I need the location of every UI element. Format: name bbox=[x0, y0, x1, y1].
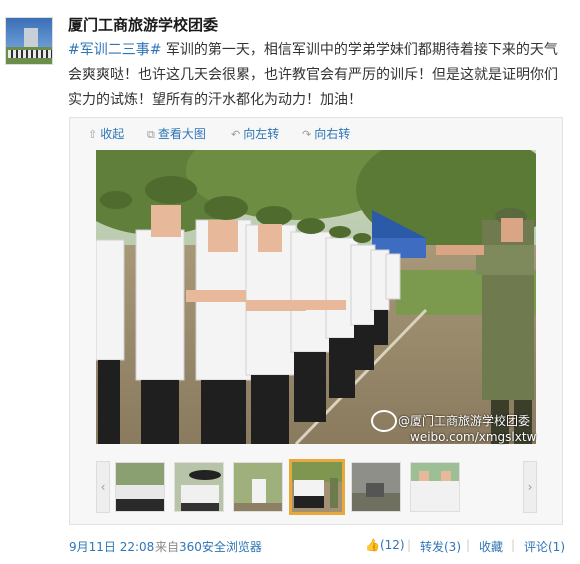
view-large-label: 查看大图 bbox=[157, 127, 206, 141]
thumbnail-image bbox=[352, 463, 400, 511]
author-name[interactable]: 厦门工商旅游学校团委 bbox=[68, 14, 218, 35]
rotate-right-button[interactable]: ↷ 向右转 bbox=[302, 125, 350, 142]
post-time[interactable]: 9月11日 22:08 bbox=[69, 538, 154, 555]
weibo-icon bbox=[371, 410, 397, 432]
divider: | bbox=[466, 538, 471, 552]
rotate-left-button[interactable]: ↶ 向左转 bbox=[231, 125, 279, 142]
thumbnail[interactable] bbox=[410, 462, 460, 512]
avatar[interactable] bbox=[5, 17, 53, 65]
thumbnail-image bbox=[292, 462, 342, 512]
favorite-button[interactable]: 收藏 bbox=[479, 538, 503, 555]
rotate-left-icon: ↶ bbox=[231, 128, 241, 141]
main-photo[interactable] bbox=[66, 120, 556, 446]
thumbnail[interactable] bbox=[233, 462, 283, 512]
repost-button[interactable]: 转发(3) bbox=[420, 538, 461, 555]
thumbnail-image bbox=[116, 463, 164, 511]
divider: | bbox=[407, 538, 412, 552]
collapse-icon: ⇧ bbox=[88, 128, 98, 141]
divider: | bbox=[511, 538, 516, 552]
like-count: (12) bbox=[379, 538, 405, 552]
watermark-name: @厦门工商旅游学校团委 bbox=[398, 414, 531, 428]
post-text: #军训二三事# 军训的第一天，相信军训中的学弟学妹们都期待着接下来的天气会爽爽哒… bbox=[68, 38, 568, 113]
thumb-next-arrow[interactable]: › bbox=[523, 461, 537, 513]
thumb-prev-arrow[interactable]: ‹ bbox=[96, 461, 110, 513]
rotate-right-icon: ↷ bbox=[302, 128, 312, 141]
thumbnail[interactable] bbox=[351, 462, 401, 512]
thumbnail-selected[interactable] bbox=[289, 459, 345, 515]
thumbnail-image bbox=[175, 463, 223, 511]
thumbnail-image bbox=[411, 463, 459, 511]
post-source: 来自360安全浏览器 bbox=[155, 538, 262, 555]
collapse-label: 收起 bbox=[100, 127, 125, 141]
rotate-right-label: 向右转 bbox=[314, 127, 351, 141]
watermark-url: weibo.com/xmgslxtw bbox=[410, 430, 537, 444]
thumbnail-image bbox=[234, 463, 282, 511]
source-prefix: 来自 bbox=[155, 540, 180, 554]
thumbnail[interactable] bbox=[174, 462, 224, 512]
topic-link[interactable]: #军训二三事# bbox=[68, 42, 161, 58]
thumbnail[interactable] bbox=[115, 462, 165, 512]
like-button[interactable]: 👍(12) bbox=[365, 538, 405, 552]
comment-button[interactable]: 评论(1) bbox=[524, 538, 565, 555]
photo-scene bbox=[66, 120, 556, 446]
source-link[interactable]: 360安全浏览器 bbox=[179, 540, 262, 554]
collapse-button[interactable]: ⇧ 收起 bbox=[88, 125, 124, 142]
zoom-icon: ⧉ bbox=[147, 128, 155, 141]
like-icon: 👍 bbox=[365, 538, 380, 552]
view-large-button[interactable]: ⧉ 查看大图 bbox=[147, 125, 206, 142]
rotate-left-label: 向左转 bbox=[243, 127, 280, 141]
